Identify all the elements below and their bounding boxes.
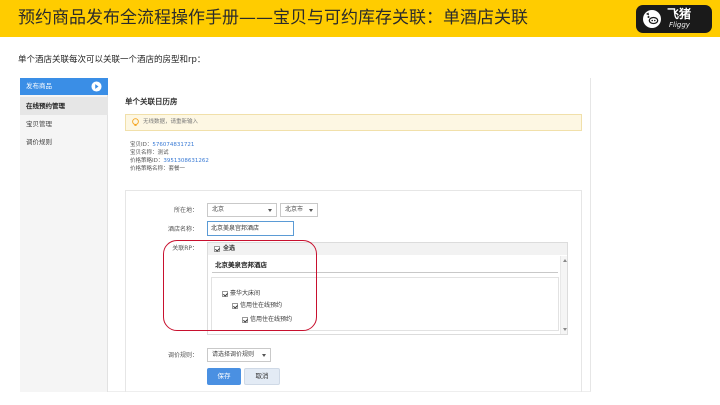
logo-text-en: Fliggy — [669, 21, 690, 29]
hotel-name-input[interactable]: 北京美泉宫邦酒店 — [207, 221, 294, 236]
notice-bar: 无线数据，请重新输入 — [125, 114, 582, 131]
select-all-checkbox[interactable] — [214, 246, 220, 252]
sidebar-item-online-booking[interactable]: 在线预约管理 — [20, 97, 108, 115]
arrow-circle-right-icon[interactable] — [91, 81, 102, 92]
chevron-down-icon — [268, 209, 272, 212]
rp-select-all-row: 全选 — [208, 243, 567, 255]
notice-text: 无线数据，请重新输入 — [143, 119, 199, 125]
sidebar-item-listing-management[interactable]: 宝贝管理 — [20, 115, 108, 133]
select-all-label: 全选 — [223, 245, 236, 252]
scroll-up-icon[interactable] — [562, 259, 567, 262]
rp-scrollbar[interactable] — [560, 256, 567, 334]
info-value: 测试 — [157, 150, 169, 156]
info-value: 套餐一 — [168, 166, 186, 172]
save-button[interactable]: 保存 — [207, 368, 241, 385]
lightbulb-icon — [132, 118, 139, 126]
info-label: 价格策略ID： — [130, 158, 164, 164]
sidebar-header-publish[interactable]: 发布商品 — [20, 78, 108, 95]
fliggy-logo: 飞猪 Fliggy — [636, 5, 712, 33]
chevron-down-icon — [262, 354, 266, 357]
location-label: 所在地： — [173, 207, 198, 214]
info-label: 宝贝名称： — [130, 150, 158, 156]
rp-label-text: 信用住在线预约 — [240, 302, 283, 309]
rp-label: 关联RP： — [172, 245, 198, 252]
sidebar-item-label: 宝贝管理 — [26, 120, 52, 128]
rp-checkbox[interactable] — [232, 303, 238, 309]
cancel-button[interactable]: 取消 — [244, 368, 280, 385]
section-title: 单个关联日历房 — [125, 97, 178, 106]
pig-logo-icon — [643, 10, 661, 28]
rp-hotel-name: 北京美泉宫邦酒店 — [215, 261, 267, 269]
rp-child-label-text: 信用住在线预约 — [250, 316, 293, 323]
rp-tree: 豪华大床间 信用住在线预约 信用住在线预约 — [211, 277, 559, 331]
chevron-down-icon — [309, 209, 313, 212]
page-title: 预约商品发布全流程操作手册——宝贝与可约库存关联：单酒店关联 — [18, 8, 528, 28]
scroll-down-icon[interactable] — [562, 328, 567, 331]
room-type-checkbox[interactable] — [222, 291, 228, 297]
pricing-rule-select[interactable]: 请选择调价规则 — [207, 348, 271, 362]
info-label: 宝贝ID： — [130, 142, 153, 148]
info-price-policy-id: 价格策略ID：3951308631262 — [130, 157, 209, 165]
item-info: 宝贝ID：576074831721 宝贝名称：测试 价格策略ID：3951308… — [130, 141, 209, 173]
sidebar: 发布商品 在线预约管理 宝贝管理 调价规则 — [20, 78, 108, 392]
intro-text: 单个酒店关联每次可以关联一个酒店的房型和rp： — [18, 55, 206, 65]
hotel-name-label: 酒店名称： — [167, 226, 198, 233]
sidebar-item-pricing-rules[interactable]: 调价规则 — [20, 133, 108, 151]
room-type-label: 豪华大床间 — [230, 290, 261, 297]
rp-hotel-group: 北京美泉宫邦酒店 — [212, 258, 558, 273]
rp-selector: 全选 北京美泉宫邦酒店 豪华大床间 信用住在线预约 信用住在线预约 — [207, 242, 568, 335]
city-select[interactable]: 北京市 — [280, 203, 318, 217]
province-value: 北京 — [212, 206, 225, 213]
rp-child-checkbox[interactable] — [242, 317, 248, 323]
logo-text-cn: 飞猪 — [667, 7, 692, 21]
item-id-link[interactable]: 576074831721 — [152, 142, 194, 148]
sidebar-item-label: 调价规则 — [26, 138, 52, 146]
info-label: 价格策略名称： — [130, 166, 169, 172]
sidebar-header-label: 发布商品 — [26, 82, 52, 90]
info-item-name: 宝贝名称：测试 — [130, 149, 209, 157]
city-value: 北京市 — [285, 206, 304, 213]
pricing-rule-label: 调价规则： — [167, 352, 198, 359]
province-select[interactable]: 北京 — [207, 203, 277, 217]
info-price-policy-name: 价格策略名称：套餐一 — [130, 165, 209, 173]
price-policy-id-link[interactable]: 3951308631262 — [163, 158, 209, 164]
pricing-rule-placeholder: 请选择调价规则 — [212, 351, 255, 358]
sidebar-item-label: 在线预约管理 — [26, 102, 65, 110]
info-item-id: 宝贝ID：576074831721 — [130, 141, 209, 149]
